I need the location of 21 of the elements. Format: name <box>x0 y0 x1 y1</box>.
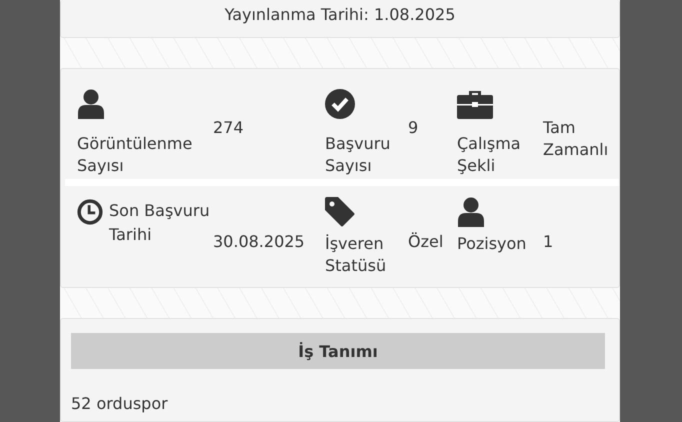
stat-label: Çalışma Şekli <box>457 133 522 177</box>
person-icon <box>77 89 105 119</box>
stat-label: Pozisyon <box>457 233 526 255</box>
stat-value: 9 <box>408 118 418 137</box>
stat-value: Özel <box>408 232 444 251</box>
stat-value: 1 <box>543 232 554 251</box>
publish-date: Yayınlanma Tarihi: 1.08.2025 <box>224 5 456 26</box>
stat-value: 30.08.2025 <box>213 232 305 251</box>
section-header: İş Tanımı <box>71 333 605 369</box>
stat-label: Görüntülenme Sayısı <box>77 133 194 177</box>
stat-label: Son Başvuru Tarihi <box>109 200 211 246</box>
stat-value: Tam Zamanlı <box>543 118 608 159</box>
stat-label: Başvuru Sayısı <box>325 133 392 177</box>
stat-label: İşveren Statüsü <box>325 233 388 277</box>
clock-icon <box>77 197 103 227</box>
briefcase-icon <box>457 89 493 119</box>
tag-icon <box>325 197 355 227</box>
stat-value: 274 <box>213 118 244 137</box>
check-circle-icon <box>325 89 355 119</box>
description-text: 52 orduspor <box>71 394 169 413</box>
person-icon <box>457 197 485 227</box>
